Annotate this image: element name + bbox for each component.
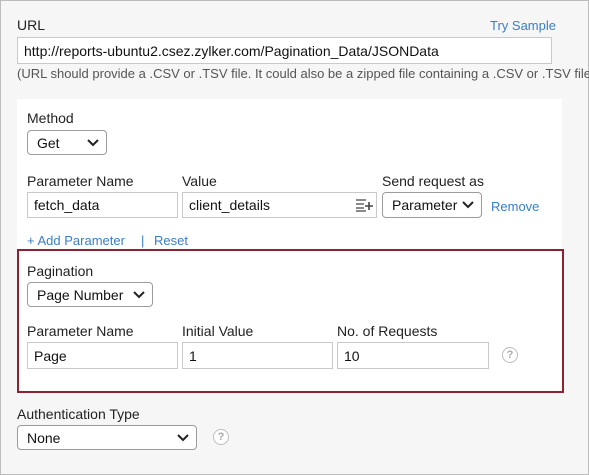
pagination-label: Pagination [27,263,94,279]
initial-value-header: Initial Value [182,323,254,339]
url-label: URL [17,17,46,33]
link-separator: | [141,233,145,248]
question-circle-icon[interactable]: ? [502,347,518,363]
try-sample-link[interactable]: Try Sample [490,18,556,33]
question-circle-icon[interactable]: ? [213,429,229,445]
authentication-type-label: Authentication Type [17,406,140,422]
remove-parameter-link[interactable]: Remove [491,199,539,214]
send-request-as-select[interactable]: Parameter [382,192,482,218]
url-input-value: http://reports-ubuntu2.csez.zylker.com/P… [24,42,439,59]
pagination-section [17,249,564,393]
url-input[interactable]: http://reports-ubuntu2.csez.zylker.com/P… [17,37,552,64]
pagination-type-value: Page Number [37,286,124,303]
initial-value-input[interactable]: 1 [182,342,333,369]
authentication-type-value: None [27,429,61,446]
pagination-parameter-name-header: Parameter Name [27,323,134,339]
pagination-parameter-name-input[interactable]: Page [27,342,178,369]
reset-link[interactable]: Reset [154,233,188,248]
pagination-parameter-name-value: Page [34,347,67,364]
add-parameter-link[interactable]: + Add Parameter [27,233,125,248]
import-url-form: URL Try Sample http://reports-ubuntu2.cs… [0,0,589,475]
number-of-requests-header: No. of Requests [337,323,438,339]
chevron-down-icon [177,433,189,441]
method-select[interactable]: Get [27,130,107,155]
parameter-name-input[interactable]: fetch_data [27,192,178,218]
number-of-requests-input[interactable]: 10 [337,342,489,369]
number-of-requests-value: 10 [344,347,360,364]
pagination-type-select[interactable]: Page Number [27,282,153,307]
authentication-type-select[interactable]: None [17,425,197,450]
method-select-value: Get [37,134,60,151]
parameter-value-header: Value [182,173,217,189]
method-label: Method [27,110,74,126]
chevron-down-icon [462,201,474,209]
parameter-name-value: fetch_data [34,197,100,213]
parameter-value-input[interactable]: client_details [182,192,377,218]
send-request-as-header: Send request as [382,173,484,189]
initial-value-text: 1 [189,347,197,364]
chevron-down-icon [133,290,145,298]
send-request-as-value: Parameter [392,197,458,213]
insert-variable-icon[interactable] [355,198,373,212]
parameter-name-header: Parameter Name [27,173,134,189]
parameter-value-text: client_details [189,197,270,213]
url-hint: (URL should provide a .CSV or .TSV file.… [17,66,589,81]
chevron-down-icon [87,138,99,146]
